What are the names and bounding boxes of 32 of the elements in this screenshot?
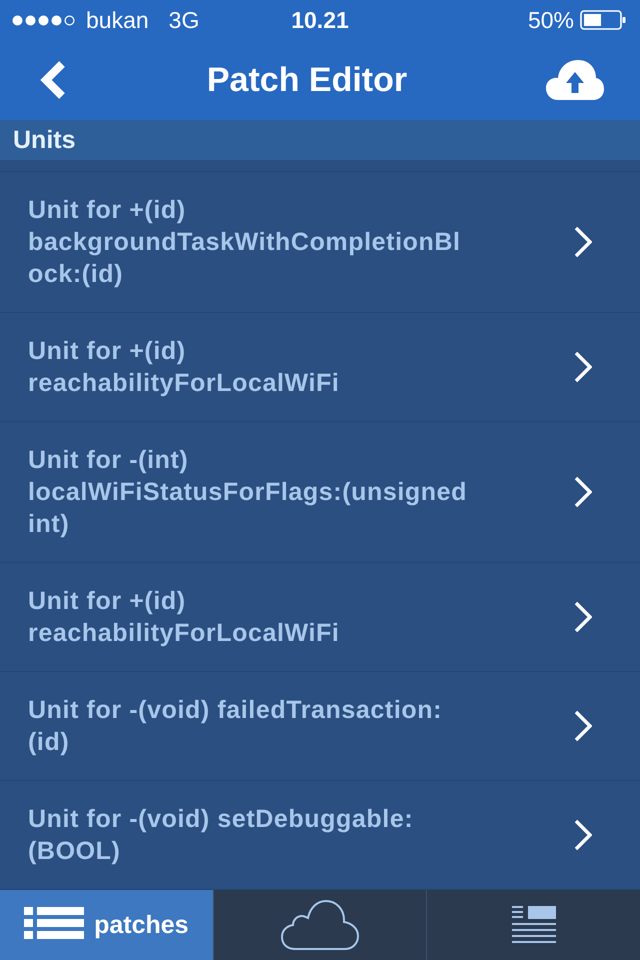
section-title: Units: [13, 126, 76, 154]
unit-row[interactable]: Unit for -(void) failedTransaction:(id): [0, 672, 640, 781]
chevron-right-icon: [574, 351, 592, 383]
chevron-right-icon: [574, 601, 592, 633]
unit-row[interactable]: Unit for +(id) backgroundTaskWithCompletionBlock:(id): [0, 172, 640, 313]
battery-icon: [580, 10, 626, 30]
status-time: 10.21: [291, 6, 349, 34]
unit-label: Unit for +(id) reachabilityForLocalWiFi: [28, 586, 340, 649]
chevron-right-icon: [574, 226, 592, 258]
signal-strength-icon: [12, 14, 76, 26]
back-button[interactable]: [38, 60, 68, 100]
upload-button[interactable]: [546, 59, 604, 101]
battery-percent: 50%: [528, 6, 574, 34]
cloud-icon: [281, 899, 359, 951]
unit-row[interactable]: Unit for +(id) reachabilityForLocalWiFi: [0, 313, 640, 422]
chevron-right-icon: [574, 710, 592, 742]
chevron-right-icon: [574, 476, 592, 508]
unit-label: Unit for -(void) failedTransaction:(id): [28, 695, 444, 758]
nav-title: Patch Editor: [206, 60, 408, 100]
unit-label: Unit for +(id) backgroundTaskWithCompletionBlock:(id): [28, 195, 462, 290]
chevron-right-icon: [574, 819, 592, 851]
cloud-upload-icon: [546, 59, 604, 101]
network-type: 3G: [168, 6, 200, 34]
patches-tab[interactable]: patches: [0, 890, 213, 960]
unit-label: Unit for -(void) setDebuggable:(BOOL): [28, 804, 414, 867]
back-chevron-icon: [38, 60, 68, 100]
unit-row[interactable]: Unit for -(int) localWiFiStatusForFlags:(unsigned int): [0, 422, 640, 563]
article-icon: [512, 906, 556, 944]
carrier-name: bukan: [86, 6, 149, 34]
unit-label: Unit for +(id) reachabilityForLocalWiFi: [28, 336, 340, 399]
unit-row[interactable]: Unit for +(id) reachabilityForLocalWiFi: [0, 563, 640, 672]
unit-label: Unit for -(int) localWiFiStatusForFlags:(unsigned int): [28, 445, 468, 540]
